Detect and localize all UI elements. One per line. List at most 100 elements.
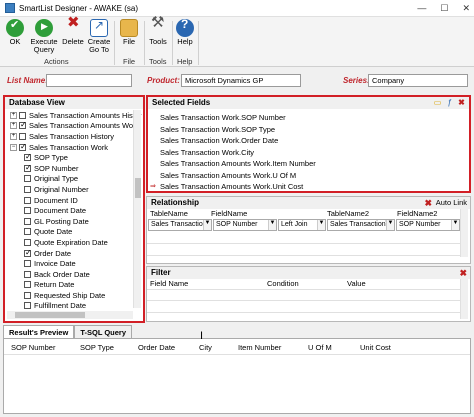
tree-item[interactable]: Original Type xyxy=(7,174,135,185)
tree-item[interactable]: Original Number xyxy=(7,184,135,195)
tree-item-label: SOP Type xyxy=(34,153,68,163)
tab-tsql-query[interactable]: T-SQL Query xyxy=(74,325,133,338)
field-name2-select[interactable]: SOP Number ▼ xyxy=(396,219,460,231)
column-header: City xyxy=(199,343,212,352)
tree-item-label: Document ID xyxy=(34,195,78,205)
close-window-button[interactable]: ✕ xyxy=(462,3,470,14)
relationship-empty-row[interactable] xyxy=(147,244,460,256)
checkbox[interactable] xyxy=(24,302,31,310)
checkbox[interactable] xyxy=(24,228,31,236)
relationship-scrollbar[interactable] xyxy=(460,209,468,257)
checkbox[interactable] xyxy=(24,217,31,225)
checkbox[interactable] xyxy=(24,281,31,289)
filter-row[interactable] xyxy=(147,301,460,313)
file-label: File xyxy=(122,37,136,46)
delete-button[interactable]: Delete xyxy=(60,19,86,46)
checkbox[interactable] xyxy=(19,132,26,140)
tree-vertical-scrollbar[interactable] xyxy=(133,110,141,308)
checkbox[interactable] xyxy=(24,207,31,215)
expand-icon[interactable]: + xyxy=(10,111,17,119)
checkbox[interactable] xyxy=(24,270,31,278)
checkbox[interactable] xyxy=(24,238,31,246)
checkbox[interactable] xyxy=(24,175,31,183)
expand-icon[interactable]: + xyxy=(10,122,17,130)
selected-field-item[interactable]: Sales Transaction Amounts Work.Unit Cost xyxy=(160,182,303,191)
maximize-button[interactable]: ☐ xyxy=(440,3,448,14)
tree-item[interactable]: − Sales Transaction Work xyxy=(7,142,135,153)
remove-field-icon[interactable]: ✖ xyxy=(457,98,466,107)
chevron-down-icon[interactable]: ▼ xyxy=(451,220,459,230)
database-tree[interactable]: + Sales Transaction Amounts Histor + Sales … xyxy=(7,110,142,312)
results-grid[interactable]: SOP Number SOP Type Order Date City Item… xyxy=(3,338,471,414)
collapse-icon[interactable]: − xyxy=(10,143,17,151)
tree-horizontal-scrollbar[interactable] xyxy=(7,311,133,319)
scroll-thumb[interactable] xyxy=(15,312,85,318)
checkbox[interactable] xyxy=(24,152,32,162)
folder-mini-icon[interactable]: ▭ xyxy=(433,98,442,107)
selected-field-item[interactable]: Sales Transaction Work.SOP Number xyxy=(160,113,286,122)
tree-item[interactable]: Requested Ship Date xyxy=(7,290,135,301)
field-name-select[interactable]: SOP Number ▼ xyxy=(213,219,277,231)
relationship-empty-row[interactable] xyxy=(147,232,460,244)
checkbox[interactable] xyxy=(19,142,27,151)
checkbox[interactable] xyxy=(24,163,32,172)
chevron-down-icon[interactable]: ▼ xyxy=(203,220,211,230)
tree-item[interactable]: Quote Date xyxy=(7,227,135,238)
chevron-down-icon[interactable]: ▼ xyxy=(317,220,325,230)
checkbox[interactable] xyxy=(19,120,27,130)
table-name-select[interactable]: Sales Transaction\ ▼ xyxy=(148,219,212,231)
tree-item[interactable]: + Sales Transaction Amounts Work xyxy=(7,120,139,132)
tree-item-label: Original Type xyxy=(34,174,79,184)
remove-relationship-icon[interactable]: ✖ xyxy=(424,198,432,209)
auto-link-button[interactable]: Auto Link xyxy=(436,198,467,207)
selected-field-item[interactable]: Sales Transaction Work.City xyxy=(160,148,254,157)
tree-item[interactable]: Order Date xyxy=(7,248,135,259)
tree-item[interactable]: SOP Number xyxy=(7,163,135,174)
tab-results-preview[interactable]: Result's Preview xyxy=(3,325,75,338)
checkbox[interactable] xyxy=(19,111,26,119)
remove-filter-icon[interactable]: ✖ xyxy=(459,268,467,279)
goto-arrow-icon xyxy=(90,19,108,37)
execute-query-button[interactable]: Execute Query xyxy=(28,19,60,54)
file-menu-button[interactable]: File xyxy=(117,19,141,46)
table-name2-select[interactable]: Sales Transaction\ ▼ xyxy=(327,219,395,231)
delete-label: Delete xyxy=(62,37,84,46)
create-goto-button[interactable]: Create Go To xyxy=(86,19,112,54)
checkbox[interactable] xyxy=(24,248,32,257)
list-name-input[interactable] xyxy=(46,74,132,87)
scroll-thumb[interactable] xyxy=(135,178,141,198)
expand-icon[interactable]: + xyxy=(10,132,17,140)
chevron-down-icon[interactable]: ▼ xyxy=(268,220,276,230)
checkbox[interactable] xyxy=(24,260,31,268)
minimize-button[interactable]: — xyxy=(417,3,426,14)
checkbox[interactable] xyxy=(24,291,31,299)
tree-item[interactable]: Document ID xyxy=(7,195,135,206)
join-type-select[interactable]: Left Join ▼ xyxy=(278,219,326,231)
fx-icon[interactable]: ƒ xyxy=(445,98,454,107)
filter-row[interactable] xyxy=(147,289,460,301)
series-select[interactable]: Company xyxy=(368,74,468,87)
checkbox[interactable] xyxy=(24,196,31,204)
tree-item[interactable]: + Sales Transaction History xyxy=(7,131,135,142)
filter-scrollbar[interactable] xyxy=(460,279,468,319)
tree-item[interactable]: GL Posting Date xyxy=(7,216,135,227)
tools-menu-button[interactable]: Tools xyxy=(146,19,170,46)
help-menu-button[interactable]: Help xyxy=(174,19,196,46)
tree-item[interactable]: Quote Expiration Date xyxy=(7,237,135,248)
tree-item-label: Return Date xyxy=(34,280,75,290)
tree-item[interactable]: Return Date xyxy=(7,280,135,291)
ok-button[interactable]: OK xyxy=(4,19,26,46)
checkbox[interactable] xyxy=(24,185,31,193)
tree-item[interactable]: SOP Type xyxy=(7,152,135,163)
selected-field-item[interactable]: Sales Transaction Amounts Work.U Of M xyxy=(160,171,296,180)
selected-field-item[interactable]: Sales Transaction Work.SOP Type xyxy=(160,125,275,134)
product-select[interactable]: Microsoft Dynamics GP xyxy=(181,74,301,87)
tree-item[interactable]: Document Date xyxy=(7,205,135,216)
selected-field-item[interactable]: Sales Transaction Amounts Work.Item Numb… xyxy=(160,159,316,168)
tree-item[interactable]: Fulfillment Date xyxy=(7,301,135,312)
tree-item[interactable]: + Sales Transaction Amounts Histor xyxy=(7,110,142,121)
chevron-down-icon[interactable]: ▼ xyxy=(386,220,394,230)
tree-item[interactable]: Back Order Date xyxy=(7,269,135,280)
tree-item[interactable]: Invoice Date xyxy=(7,258,135,269)
selected-field-item[interactable]: Sales Transaction Work.Order Date xyxy=(160,136,278,145)
